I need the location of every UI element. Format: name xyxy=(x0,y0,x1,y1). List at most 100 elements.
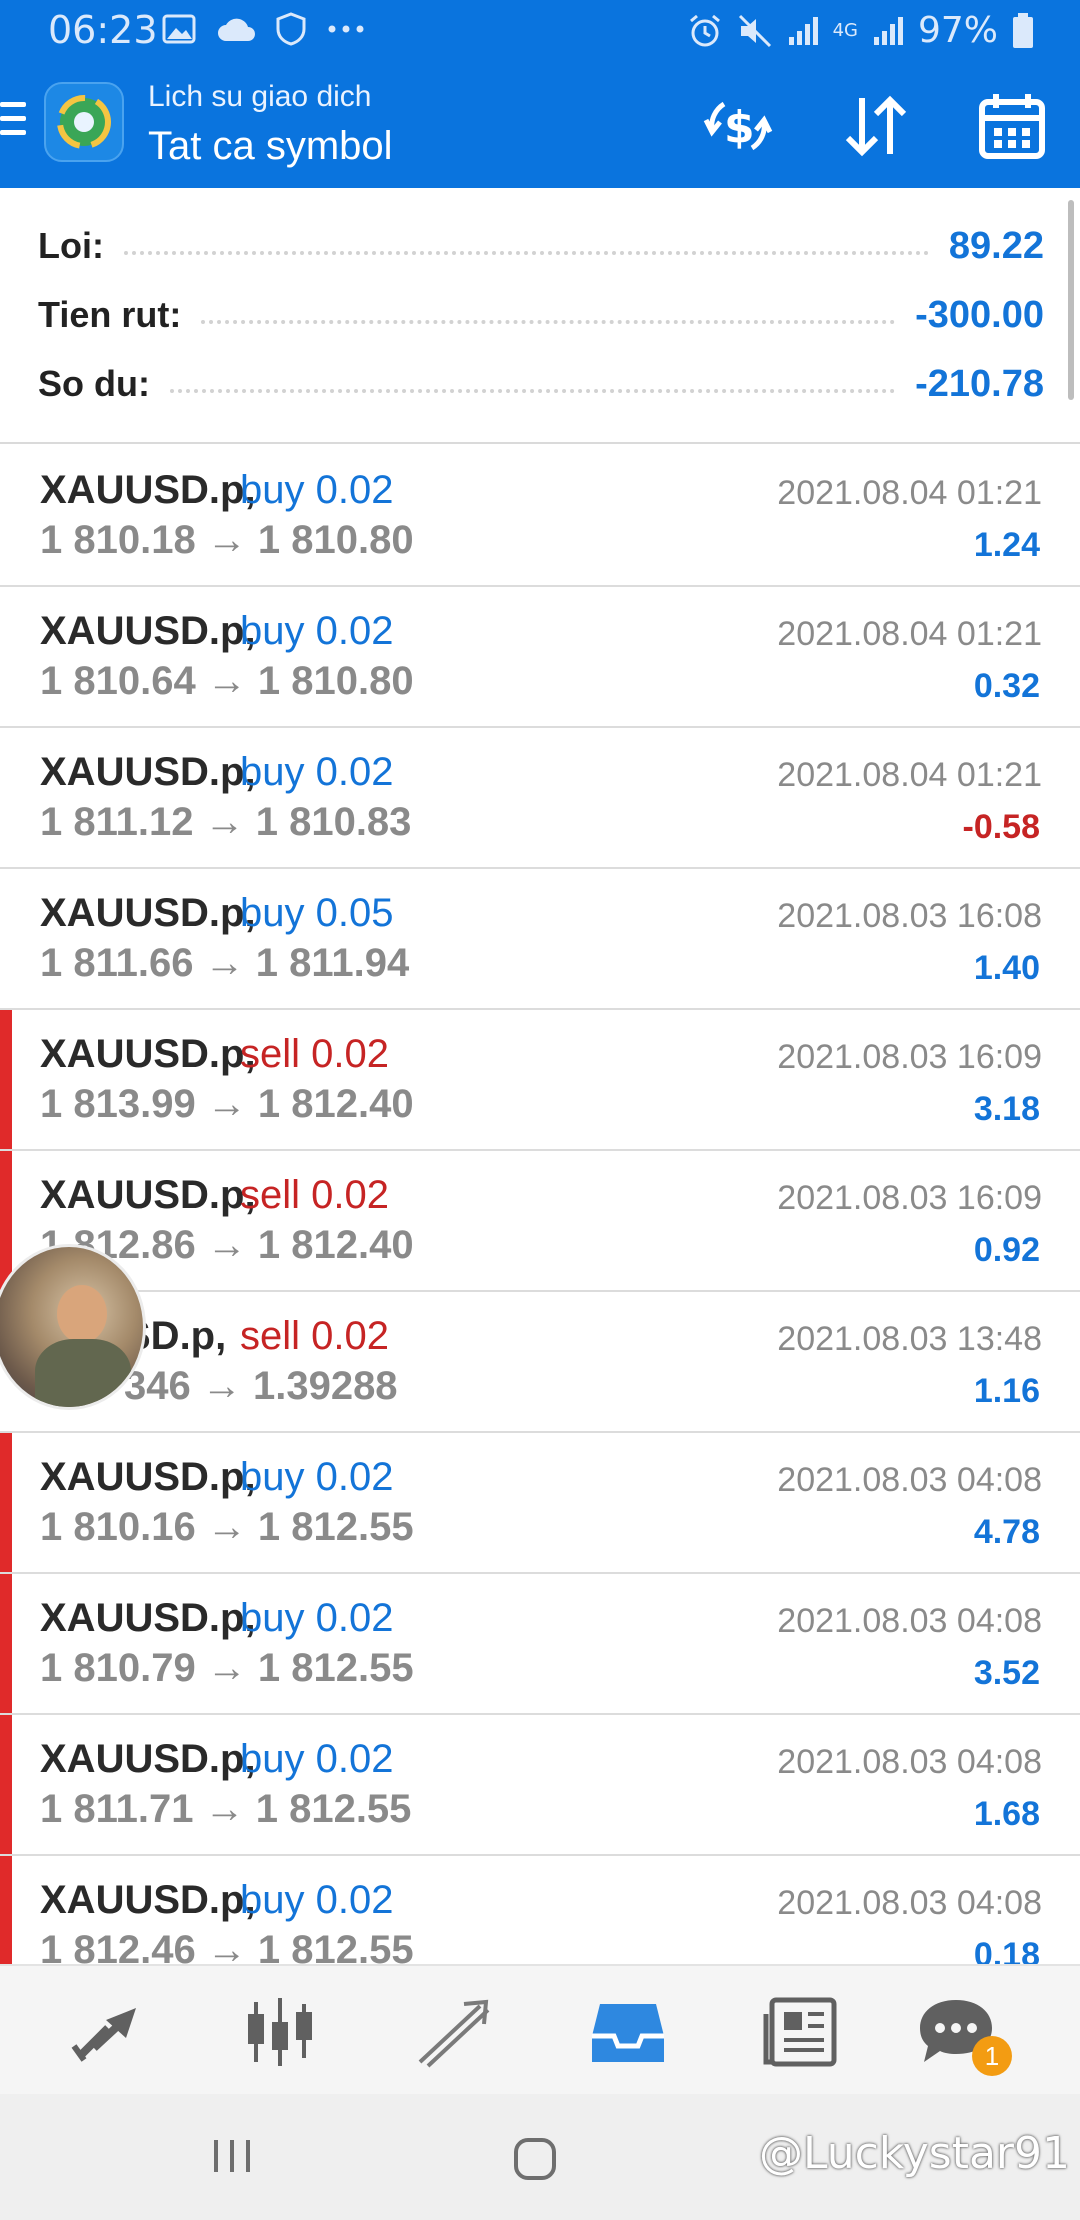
deal-profit: 1.24 xyxy=(973,526,1040,564)
deal-symbol: XAUUSD.p, xyxy=(40,609,256,653)
deal-time: 2021.08.03 04:08 xyxy=(777,1743,1042,1781)
signal-icon xyxy=(873,16,903,45)
deal-row[interactable]: XAUUSD.p, buy 0.02 1 810.79 → 1 812.55 2… xyxy=(0,1574,1080,1715)
nav-messages[interactable]: 1 xyxy=(916,1996,1012,2076)
deal-type: sell 0.02 xyxy=(240,1173,389,1217)
home-icon[interactable] xyxy=(512,2136,558,2182)
cloud-icon xyxy=(218,18,255,41)
deal-type: buy 0.02 xyxy=(240,1455,394,1499)
deals-list[interactable]: XAUUSD.p, buy 0.02 1 810.18 → 1 810.80 2… xyxy=(0,446,1080,1964)
app-logo xyxy=(44,82,124,162)
network-type: 4G xyxy=(832,19,858,41)
deal-row[interactable]: XAUUSD.p, buy 0.02 1 810.18 → 1 810.80 2… xyxy=(0,446,1080,587)
deal-row[interactable]: XAUUSD.p, buy 0.02 1 811.71 → 1 812.55 2… xyxy=(0,1715,1080,1856)
system-navigation-bar: @Luckystar91 xyxy=(0,2094,1080,2220)
gallery-icon xyxy=(162,14,196,44)
deal-prices: 1 811.12 → 1 810.83 xyxy=(40,800,412,844)
deal-symbol: XAUUSD.p, xyxy=(40,468,256,512)
deal-type: buy 0.02 xyxy=(240,1596,394,1640)
summary-profit-row: Loi: 89.22 xyxy=(38,216,1044,276)
dotted-leader xyxy=(169,389,896,393)
scrollbar[interactable] xyxy=(1068,200,1074,400)
deal-row[interactable]: XAUUSD.p, buy 0.02 1 811.12 → 1 810.83 2… xyxy=(0,728,1080,869)
deal-type: buy 0.02 xyxy=(240,750,394,794)
deal-profit: 3.18 xyxy=(973,1090,1040,1128)
deal-row[interactable]: XAUUSD.p, buy 0.02 1 810.16 → 1 812.55 2… xyxy=(0,1433,1080,1574)
deal-row[interactable]: XAUUSD.p, buy 0.02 1 810.64 → 1 810.80 2… xyxy=(0,587,1080,728)
summary-label: So du: xyxy=(38,363,150,404)
deal-time: 2021.08.03 04:08 xyxy=(777,1884,1042,1922)
nav-chart-icon[interactable] xyxy=(240,1996,320,2068)
dotted-leader xyxy=(201,320,896,324)
deal-profit: 1.16 xyxy=(973,1372,1040,1410)
deal-profit: 0.18 xyxy=(973,1936,1040,1964)
deal-time: 2021.08.03 04:08 xyxy=(777,1602,1042,1640)
menu-button[interactable] xyxy=(0,102,30,146)
deal-time: 2021.08.03 16:08 xyxy=(777,897,1042,935)
deal-symbol: XAUUSD.p, xyxy=(40,1173,256,1217)
dotted-leader xyxy=(123,251,929,255)
deal-time: 2021.08.03 16:09 xyxy=(777,1179,1042,1217)
nav-trade-icon[interactable] xyxy=(414,1996,494,2068)
deal-prices: 346 → 1.39288 xyxy=(124,1364,398,1408)
summary-value: 89.22 xyxy=(948,224,1044,267)
notification-badge: 1 xyxy=(972,2036,1012,2076)
deal-symbol: XAUUSD.p, xyxy=(40,891,256,935)
currency-exchange-icon[interactable]: $ xyxy=(702,90,774,162)
nav-news-icon[interactable] xyxy=(762,1996,842,2068)
shield-icon xyxy=(276,12,306,46)
calendar-icon[interactable] xyxy=(976,90,1048,162)
nav-history-icon[interactable] xyxy=(588,1996,668,2068)
deal-prices: 1 811.71 → 1 812.55 xyxy=(40,1787,412,1831)
summary-withdrawal-row: Tien rut: -300.00 xyxy=(38,285,1044,345)
svg-text:$: $ xyxy=(724,102,755,153)
deal-type: buy 0.02 xyxy=(240,609,394,653)
deal-symbol: XAUUSD.p, xyxy=(40,750,256,794)
header-title[interactable]: Tat ca symbol xyxy=(148,124,393,169)
deal-time: 2021.08.04 01:21 xyxy=(777,756,1042,794)
deal-type: buy 0.02 xyxy=(240,468,394,512)
deal-prices: 1 813.99 → 1 812.40 xyxy=(40,1082,414,1126)
header-subtitle: Lich su giao dich xyxy=(148,80,372,113)
deal-time: 2021.08.03 04:08 xyxy=(777,1461,1042,1499)
deal-symbol: XAUUSD.p, xyxy=(40,1455,256,1499)
deal-time: 2021.08.04 01:21 xyxy=(777,474,1042,512)
status-bar: 06:23 4G 97% xyxy=(0,0,1080,62)
signal-icon xyxy=(788,16,818,45)
summary-value: -300.00 xyxy=(915,293,1044,336)
deal-row[interactable]: SD.p, sell 0.02 346 → 1.39288 2021.08.03… xyxy=(0,1292,1080,1433)
deal-row[interactable]: XAUUSD.p, sell 0.02 1 813.99 → 1 812.40 … xyxy=(0,1010,1080,1151)
app-bar: Lich su giao dich Tat ca symbol $ xyxy=(0,62,1080,188)
deal-profit: 0.92 xyxy=(973,1231,1040,1269)
deal-profit: 1.68 xyxy=(973,1795,1040,1833)
deal-profit: -0.58 xyxy=(962,808,1041,846)
deal-profit: 4.78 xyxy=(973,1513,1040,1551)
battery-icon xyxy=(1013,12,1033,48)
deal-prices: 1 810.16 → 1 812.55 xyxy=(40,1505,414,1549)
status-time: 06:23 xyxy=(48,8,158,52)
deal-prices: 1 810.18 → 1 810.80 xyxy=(40,518,414,562)
deal-time: 2021.08.03 13:48 xyxy=(777,1320,1042,1358)
deal-type: sell 0.02 xyxy=(240,1314,389,1358)
deal-symbol: XAUUSD.p, xyxy=(40,1737,256,1781)
deal-time: 2021.08.04 01:21 xyxy=(777,615,1042,653)
deal-type: buy 0.02 xyxy=(240,1878,394,1922)
floating-avatar-bubble[interactable] xyxy=(0,1244,146,1410)
mute-icon xyxy=(738,14,771,47)
deal-time: 2021.08.03 16:09 xyxy=(777,1038,1042,1076)
battery-level: 97% xyxy=(917,10,998,51)
deal-row[interactable]: XAUUSD.p, sell 0.02 1 812.86 → 1 812.40 … xyxy=(0,1151,1080,1292)
deal-prices: 1 810.79 → 1 812.55 xyxy=(40,1646,414,1690)
summary-label: Loi: xyxy=(38,225,104,266)
summary-value: -210.78 xyxy=(915,362,1044,405)
deal-profit: 3.52 xyxy=(973,1654,1040,1692)
watermark: @Luckystar91 xyxy=(759,2128,1070,2179)
deal-prices: 1 812.46 → 1 812.55 xyxy=(40,1928,414,1964)
summary-label: Tien rut: xyxy=(38,294,182,335)
deal-row[interactable]: XAUUSD.p, buy 0.02 1 812.46 → 1 812.55 2… xyxy=(0,1856,1080,1964)
alarm-icon xyxy=(689,14,720,46)
sort-icon[interactable] xyxy=(840,90,912,162)
deal-row[interactable]: XAUUSD.p, buy 0.05 1 811.66 → 1 811.94 2… xyxy=(0,869,1080,1010)
recent-apps-icon[interactable] xyxy=(210,2136,256,2176)
nav-quotes-icon[interactable] xyxy=(70,1996,150,2068)
